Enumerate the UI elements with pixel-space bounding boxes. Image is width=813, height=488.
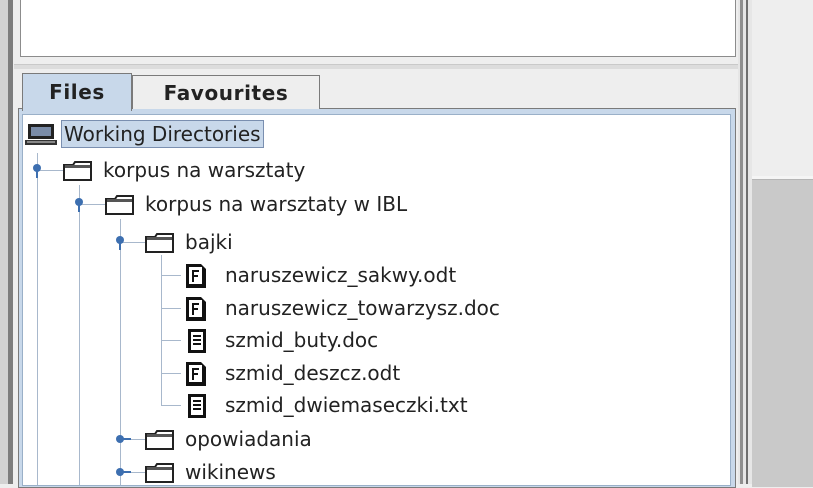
horizontal-splitter[interactable]	[14, 64, 740, 69]
tree-root-label[interactable]: Working Directories	[61, 120, 264, 148]
formatted-file-icon	[186, 297, 206, 321]
folder-icon	[63, 161, 92, 181]
tab-files[interactable]: Files	[22, 73, 132, 111]
tree-node-label[interactable]: naruszewicz_towarzysz.doc	[225, 293, 500, 323]
upper-panel	[20, 0, 736, 57]
expand-handle-icon[interactable]	[115, 464, 133, 480]
folder-icon	[145, 430, 174, 450]
left-splitter[interactable]	[0, 0, 13, 484]
tree-node-label[interactable]: korpus na warsztaty w IBL	[145, 189, 407, 219]
tree-node-label[interactable]: szmid_buty.doc	[225, 325, 378, 355]
folder-icon	[105, 195, 134, 215]
folder-icon	[145, 233, 174, 253]
text-file-icon	[188, 329, 206, 353]
tree-node-label[interactable]: opowiadania	[185, 424, 312, 454]
text-file-icon	[188, 394, 206, 418]
tab-favourites[interactable]: Favourites	[132, 75, 320, 109]
expand-handle-icon[interactable]	[115, 431, 133, 447]
right-splitter[interactable]	[738, 0, 752, 484]
folder-icon	[145, 463, 174, 483]
right-panel	[752, 176, 813, 487]
formatted-file-icon	[186, 264, 206, 288]
formatted-file-icon	[186, 362, 206, 386]
collapse-handle-icon[interactable]	[72, 197, 88, 213]
collapse-handle-icon[interactable]	[113, 235, 129, 251]
right-panel-top	[752, 0, 813, 176]
tree-node-label[interactable]: bajki	[185, 227, 233, 257]
tree-node-label[interactable]: wikinews	[185, 457, 276, 485]
tree-node-label[interactable]: korpus na warsztaty	[103, 155, 305, 185]
collapse-handle-icon[interactable]	[30, 163, 46, 179]
tree-node-label[interactable]: naruszewicz_sakwy.odt	[225, 260, 456, 290]
tree-node-label[interactable]: szmid_dwiemaseczki.txt	[225, 390, 468, 420]
computer-icon	[25, 124, 57, 145]
tree-node-label[interactable]: szmid_deszcz.odt	[225, 358, 400, 388]
file-tree[interactable]: Working Directories korpus na warsztaty …	[22, 114, 731, 486]
